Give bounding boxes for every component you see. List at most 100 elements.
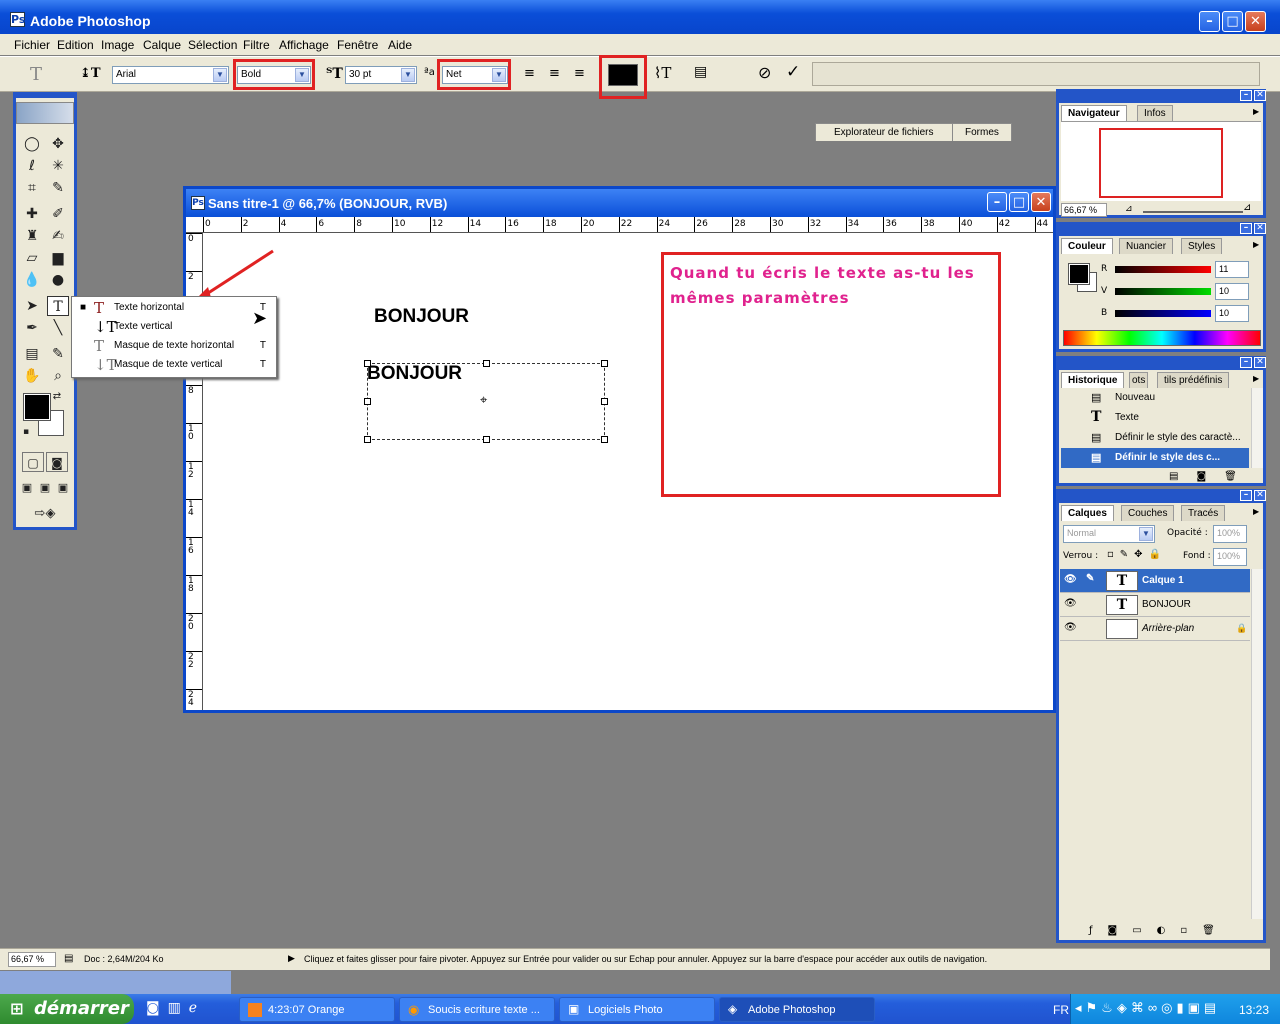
magic-wand-icon[interactable]: ✳ — [47, 156, 69, 176]
zoom-out-icon[interactable]: ⊿ — [1125, 204, 1133, 214]
align-center-icon[interactable]: ≡ — [549, 66, 560, 81]
red-slider[interactable] — [1115, 266, 1211, 273]
align-right-icon[interactable]: ≡ — [574, 66, 585, 81]
bbox-handle[interactable] — [601, 436, 608, 443]
palette-minimize-icon[interactable]: – — [1240, 223, 1252, 234]
blur-icon[interactable]: 💧 — [21, 270, 43, 290]
bbox-handle[interactable] — [364, 398, 371, 405]
crop-icon[interactable]: ⌗ — [21, 178, 43, 198]
palettes-icon[interactable]: ▤ — [694, 64, 707, 80]
tab-nuancier[interactable]: Nuancier — [1119, 238, 1174, 254]
type-tool-icon[interactable]: T — [47, 296, 69, 316]
status-zoom-field[interactable]: 66,67 % — [8, 952, 56, 967]
red-input[interactable]: 11 — [1215, 261, 1249, 278]
green-input[interactable]: 10 — [1215, 283, 1249, 300]
palette-close-icon[interactable]: ✕ — [1254, 357, 1266, 368]
menu-filtre[interactable]: Filtre — [243, 38, 270, 52]
palette-fg-swatch[interactable] — [1068, 263, 1090, 285]
taskbar-item-photoshop[interactable]: ◈ Adobe Photoshop — [719, 997, 875, 1022]
text-orientation-icon[interactable]: ↨T — [80, 66, 101, 81]
menu-fichier[interactable]: Fichier — [14, 38, 50, 52]
status-arrow-icon[interactable]: ▶ — [288, 953, 295, 964]
taskbar-item-orange[interactable]: 4:23:07 Orange — [239, 997, 395, 1022]
fill-field[interactable]: 100% — [1213, 548, 1247, 566]
line-tool-icon[interactable]: ╲ — [47, 318, 69, 338]
palette-minimize-icon[interactable]: – — [1240, 90, 1252, 101]
flyout-item-vertical-mask[interactable]: ↓T Masque de texte vertical T — [72, 355, 276, 374]
move-tool-icon[interactable]: ✥ — [47, 134, 69, 154]
menu-image[interactable]: Image — [101, 38, 134, 52]
screen-mode-full-icon[interactable]: ▣ — [54, 478, 72, 498]
adobe-online-icon[interactable] — [16, 102, 74, 124]
dodge-icon[interactable]: ● — [47, 270, 69, 290]
taskbar-item-firefox[interactable]: ◉ Soucis ecriture texte ... — [399, 997, 555, 1022]
bbox-handle[interactable] — [364, 436, 371, 443]
hand-icon[interactable]: ✋ — [21, 366, 43, 386]
menu-aide[interactable]: Aide — [388, 38, 412, 52]
doc-maximize-button[interactable]: □ — [1009, 192, 1029, 212]
screen-mode-standard-icon[interactable]: ▣ — [18, 478, 36, 498]
menu-affichage[interactable]: Affichage — [279, 38, 329, 52]
menu-edition[interactable]: Edition — [57, 38, 94, 52]
brush-link-icon[interactable]: ✎ — [1086, 573, 1094, 584]
palette-minimize-icon[interactable]: – — [1240, 490, 1252, 501]
palette-menu-arrow-icon[interactable]: ▶ — [1253, 374, 1259, 383]
commit-check-icon[interactable]: ✓ — [786, 62, 800, 82]
start-button[interactable]: ⊞ démarrer — [0, 994, 134, 1024]
bbox-handle[interactable] — [483, 436, 490, 443]
palette-close-icon[interactable]: ✕ — [1254, 490, 1266, 501]
palette-close-icon[interactable]: ✕ — [1254, 223, 1266, 234]
layer-row-background[interactable]: 👁 Arrière-plan 🔒 — [1060, 617, 1250, 641]
healing-brush-icon[interactable]: ✚ — [21, 204, 43, 224]
green-slider[interactable] — [1115, 288, 1211, 295]
font-size-select[interactable]: 30 pt ▼ — [345, 66, 417, 84]
menu-selection[interactable]: Sélection — [188, 38, 237, 52]
history-item-style-1[interactable]: ▤ Définir le style des caractè... — [1061, 428, 1249, 448]
palette-menu-arrow-icon[interactable]: ▶ — [1253, 240, 1259, 249]
default-colors-icon[interactable]: ▪ — [20, 426, 32, 438]
lock-icons[interactable]: ▫✎✥🔒 — [1107, 549, 1167, 560]
blend-mode-select[interactable]: Normal ▼ — [1063, 525, 1155, 543]
lasso-icon[interactable]: ℓ — [21, 156, 43, 176]
doc-minimize-button[interactable]: – — [987, 192, 1007, 212]
align-left-icon[interactable]: ≡ — [524, 66, 535, 81]
palette-close-icon[interactable]: ✕ — [1254, 90, 1266, 101]
flyout-item-horizontal-type[interactable]: ■ T Texte horizontal T — [72, 298, 276, 317]
blue-input[interactable]: 10 — [1215, 305, 1249, 322]
tab-presets[interactable]: tils prédéfinis — [1157, 372, 1230, 388]
history-item-text[interactable]: T Texte — [1061, 408, 1249, 428]
quick-launch-icons[interactable]: ◙▥ℯ — [146, 1000, 205, 1016]
tab-couches[interactable]: Couches — [1121, 505, 1175, 521]
tab-actions[interactable]: ots — [1129, 372, 1149, 388]
tab-historique[interactable]: Historique — [1061, 372, 1125, 388]
quick-mask-icon[interactable]: ◙ — [46, 452, 68, 472]
doc-close-button[interactable]: ✕ — [1031, 192, 1051, 212]
tab-file-browser[interactable]: Explorateur de fichiers — [815, 123, 955, 141]
eyedropper-icon[interactable]: ✎ — [47, 344, 69, 364]
swap-colors-icon[interactable]: ⇄ — [50, 390, 64, 404]
cancel-icon[interactable]: ⊘ — [758, 63, 771, 82]
tray-icons[interactable]: ◂⚑♨◈⌘∞◎▮▣▤ — [1075, 1000, 1220, 1016]
history-brush-icon[interactable]: ✍ — [47, 226, 69, 246]
layer-row-calque1[interactable]: 👁 ✎ T Calque 1 — [1060, 569, 1250, 593]
marquee-icon[interactable]: ◯ — [21, 134, 43, 154]
layers-footer-icons[interactable]: ƒ◙▭◐▫🗑 — [1089, 925, 1230, 936]
jump-to-imageready-icon[interactable]: ⇨◈ — [20, 504, 70, 524]
bbox-handle[interactable] — [601, 398, 608, 405]
canvas-text-bonjour-1[interactable]: BONJOUR — [374, 306, 469, 328]
menu-calque[interactable]: Calque — [143, 38, 181, 52]
layers-scrollbar[interactable] — [1251, 569, 1263, 919]
palette-minimize-icon[interactable]: – — [1240, 357, 1252, 368]
brush-icon[interactable]: ✐ — [47, 204, 69, 224]
color-spectrum-bar[interactable] — [1063, 330, 1261, 346]
font-family-select[interactable]: Arial ▼ — [112, 66, 229, 84]
gradient-icon[interactable]: ▆ — [47, 248, 69, 268]
tab-couleur[interactable]: Couleur — [1061, 238, 1113, 254]
zoom-in-icon[interactable]: ⊿ — [1243, 202, 1251, 213]
history-item-style-2[interactable]: ▤ Définir le style des c... — [1061, 448, 1249, 468]
bbox-handle[interactable] — [364, 360, 371, 367]
tab-styles[interactable]: Styles — [1181, 238, 1223, 254]
pen-icon[interactable]: ✒ — [21, 318, 43, 338]
doc-info-icon[interactable]: ▤ — [64, 953, 73, 964]
history-item-new[interactable]: ▤ Nouveau — [1061, 388, 1249, 408]
